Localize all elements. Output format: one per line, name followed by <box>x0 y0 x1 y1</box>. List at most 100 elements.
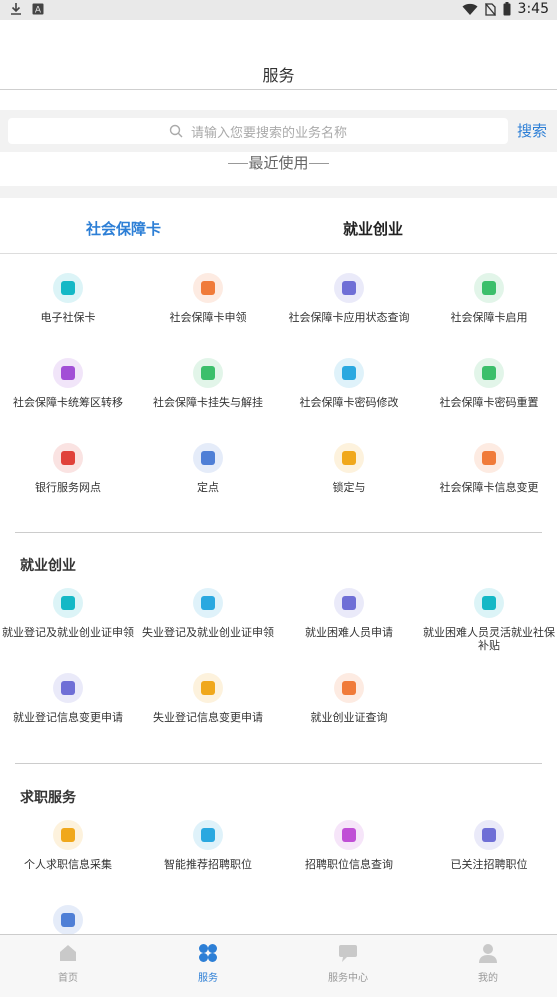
card-apply-icon <box>193 273 223 303</box>
service-item[interactable]: 社会保障卡应用状态查询 <box>279 273 419 324</box>
no-sim-icon <box>484 2 496 16</box>
services-icon <box>199 944 217 962</box>
employment-change-icon <box>53 673 83 703</box>
card-search-icon <box>334 273 364 303</box>
service-item-label: 失业登记信息变更申请 <box>153 711 263 724</box>
service-item-label: 社会保障卡应用状态查询 <box>288 311 410 324</box>
service-item[interactable]: 就业困难人员灵活就业社保补贴 <box>419 588 557 652</box>
service-item[interactable]: 就业登记信息变更申请 <box>0 673 138 724</box>
recent-label: 最近使用 <box>248 154 309 172</box>
tab-employment[interactable]: 就业创业 <box>343 218 403 239</box>
bank-icon <box>53 443 83 473</box>
card-change-icon <box>474 443 504 473</box>
service-item-label: 个人求职信息采集 <box>24 858 112 871</box>
password-edit-icon <box>334 358 364 388</box>
nav-home-label: 首页 <box>58 973 78 984</box>
tie-icon <box>334 820 364 850</box>
briefcase-icon <box>193 820 223 850</box>
employment-section-title: 就业创业 <box>20 558 76 574</box>
service-item[interactable]: 锁定与 <box>279 443 419 494</box>
service-item-label: 社会保障卡挂失与解挂 <box>153 396 263 409</box>
certificate-query-icon <box>334 673 364 703</box>
location-card-icon <box>193 443 223 473</box>
service-item[interactable]: 已关注招聘职位 <box>419 820 557 871</box>
status-time: 3:45 <box>517 1 549 17</box>
nav-profile[interactable]: 我的 <box>448 943 528 984</box>
service-item[interactable]: 电子社保卡 <box>0 273 138 324</box>
service-item-label: 智能推荐招聘职位 <box>164 858 252 871</box>
recent-line-left <box>228 163 249 164</box>
service-item[interactable]: 失业登记及就业创业证申领 <box>138 588 278 639</box>
job-section-title: 求职服务 <box>20 790 76 806</box>
search-button[interactable]: 搜索 <box>517 120 547 141</box>
service-item-label: 就业困难人员申请 <box>305 626 393 639</box>
battery-icon <box>503 2 511 16</box>
service-item[interactable]: 社会保障卡统筹区转移 <box>0 358 138 409</box>
subsidy-bag-icon <box>474 588 504 618</box>
section-spacer <box>0 186 557 198</box>
service-item[interactable]: 招聘职位信息查询 <box>279 820 419 871</box>
nav-service-center-label: 服务中心 <box>328 973 368 984</box>
service-item-label: 社会保障卡密码修改 <box>299 396 399 409</box>
divider <box>15 532 542 533</box>
service-item-label: 社会保障卡统筹区转移 <box>13 396 123 409</box>
service-item-label: 定点 <box>197 481 219 494</box>
service-item[interactable]: 就业登记及就业创业证申领 <box>0 588 138 639</box>
app-notification-icon: A <box>32 3 44 15</box>
category-tabs: 社会保障卡 就业创业 <box>0 198 557 254</box>
search-placeholder: 请输入您要搜索的业务名称 <box>190 125 347 141</box>
lock-card-icon <box>334 443 364 473</box>
card-lost-icon <box>193 358 223 388</box>
card-enable-icon <box>474 273 504 303</box>
service-item-label: 社会保障卡申领 <box>169 311 247 324</box>
profile-icon <box>479 944 497 963</box>
password-reset-icon <box>474 358 504 388</box>
service-item[interactable]: 失业登记信息变更申请 <box>138 673 278 724</box>
service-item-label: 就业创业证查询 <box>310 711 388 724</box>
recent-line-right <box>308 163 329 164</box>
nav-services-label: 服务 <box>198 973 218 984</box>
service-item-label: 社会保障卡信息变更 <box>439 481 539 494</box>
service-item-label: 就业困难人员灵活就业社保补贴 <box>423 626 555 652</box>
service-item-label: 就业登记信息变更申请 <box>13 711 123 724</box>
nav-profile-label: 我的 <box>478 973 498 984</box>
job-more-icon <box>53 905 83 935</box>
service-item[interactable]: 个人求职信息采集 <box>0 820 138 871</box>
service-center-icon <box>339 945 357 962</box>
transfer-icon <box>53 358 83 388</box>
followed-job-icon <box>474 820 504 850</box>
nav-services[interactable]: 服务 <box>168 943 248 984</box>
service-item-label: 电子社保卡 <box>40 311 96 324</box>
service-item-label: 就业登记及就业创业证申领 <box>2 626 134 639</box>
status-bar: A 3:45 <box>0 0 557 20</box>
service-item[interactable]: 社会保障卡启用 <box>419 273 557 324</box>
service-item[interactable]: 社会保障卡挂失与解挂 <box>138 358 278 409</box>
service-item[interactable]: 就业创业证查询 <box>279 673 419 724</box>
service-item[interactable]: 银行服务网点 <box>0 443 138 494</box>
nav-service-center[interactable]: 服务中心 <box>308 943 388 984</box>
tab-social-security-card[interactable]: 社会保障卡 <box>86 218 161 239</box>
title-bar: 服务 <box>0 20 557 90</box>
service-item[interactable]: 社会保障卡密码重置 <box>419 358 557 409</box>
search-zone: 请输入您要搜索的业务名称 搜索 <box>0 110 557 152</box>
service-item-label: 已关注招聘职位 <box>450 858 528 871</box>
recent-used-heading: 最近使用 <box>0 152 557 174</box>
id-card-icon <box>53 273 83 303</box>
service-item-label: 招聘职位信息查询 <box>305 858 393 871</box>
service-item[interactable]: 智能推荐招聘职位 <box>138 820 278 871</box>
resume-icon <box>53 820 83 850</box>
bottom-navigation: 首页 服务 服务中心 我的 <box>0 934 557 997</box>
service-item-label: 银行服务网点 <box>35 481 101 494</box>
service-item[interactable]: 社会保障卡申领 <box>138 273 278 324</box>
nav-home[interactable]: 首页 <box>28 943 108 984</box>
service-item-label: 社会保障卡启用 <box>450 311 528 324</box>
home-icon <box>60 945 76 961</box>
service-item[interactable]: 就业困难人员申请 <box>279 588 419 639</box>
search-input[interactable]: 请输入您要搜索的业务名称 <box>8 118 508 144</box>
download-icon <box>11 3 21 15</box>
unemployment-register-icon <box>193 588 223 618</box>
service-item[interactable]: 定点 <box>138 443 278 494</box>
service-item[interactable]: 社会保障卡密码修改 <box>279 358 419 409</box>
service-item[interactable]: 社会保障卡信息变更 <box>419 443 557 494</box>
search-icon <box>169 124 183 138</box>
